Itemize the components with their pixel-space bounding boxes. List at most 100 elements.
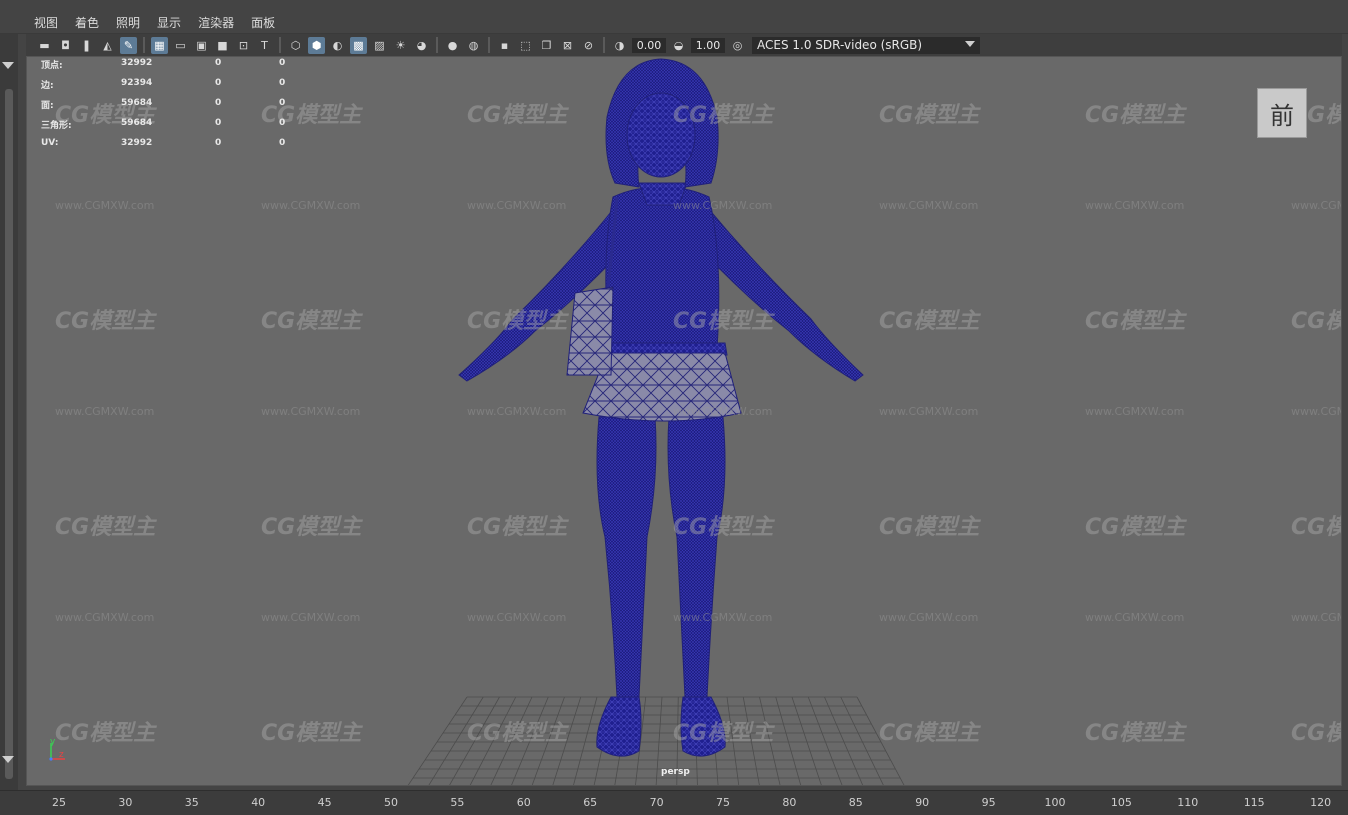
watermark-logo: CG模型主 — [467, 103, 568, 128]
watermark-url: www.CGMXW.com — [1085, 199, 1185, 212]
color-space-dropdown[interactable]: ACES 1.0 SDR-video (sRGB) — [752, 36, 980, 54]
3d-viewport[interactable]: CG模型主 CG模型主 CG模型主 CG模型主 CG模型主 CG模型主 CG模型主 CG模型主… — [26, 56, 1342, 786]
menu-item-1[interactable]: 着色 — [75, 14, 99, 31]
time-slider[interactable]: 25 30 35 40 45 50 55 60 65 70 75 80 85 90 95 100 105 110 1… — [0, 790, 1348, 815]
time-tick-label: 55 — [450, 796, 465, 809]
grid-icon[interactable]: ▦ — [151, 36, 168, 54]
grid-line — [824, 696, 864, 785]
watermark-logo: CG模型主 — [1085, 309, 1186, 334]
viewport-scene — [407, 58, 905, 785]
watermark-logo: CG模型主 — [467, 515, 568, 540]
gamma-field[interactable]: 1.00 — [691, 37, 725, 53]
menu-item-3[interactable]: 显示 — [157, 14, 181, 31]
anti-aliasing-icon[interactable]: ▪ — [496, 37, 513, 54]
camera-icon[interactable]: ▬ — [36, 37, 53, 54]
time-tick-label: 95 — [981, 796, 996, 809]
hud-value: 59684 — [121, 98, 153, 108]
time-tick-label: 65 — [583, 796, 598, 809]
watermark-logo: CG模型主 — [1085, 103, 1186, 128]
watermark-logo: CG模型主 — [673, 721, 774, 746]
film-gate-icon[interactable]: ▭ — [172, 37, 189, 54]
menu-item-5[interactable]: 面板 — [251, 14, 275, 31]
watermark-logo: CG模型主 — [261, 515, 362, 540]
watermark-url: www.CGMXW.com — [1291, 199, 1341, 212]
watermark-url: www.CGMXW.com — [467, 199, 567, 212]
camera-name-label: persp — [661, 767, 690, 777]
watermark-logo: CG模型主 — [467, 721, 568, 746]
viewport-menu-bar: 视图 着色 照明 显示 渲染器 面板 — [0, 0, 1348, 34]
watermark-url: www.CGMXW.com — [55, 611, 155, 624]
menu-item-0[interactable]: 视图 — [34, 14, 58, 31]
time-tick-label: 75 — [716, 796, 730, 809]
safe-title-icon[interactable]: T — [256, 37, 273, 54]
hud-value: 59684 — [121, 118, 153, 128]
left-scrollbar[interactable] — [0, 34, 18, 794]
smooth-shade-icon[interactable]: ⬢ — [308, 36, 325, 54]
axis-label-z: z — [59, 750, 64, 760]
color-space-label: ACES 1.0 SDR-video (sRGB) — [757, 38, 923, 52]
menu-item-2[interactable]: 照明 — [116, 14, 140, 31]
wireframe-on-shaded-icon[interactable]: ▩ — [350, 36, 367, 54]
dropdown-arrow-icon — [965, 40, 975, 47]
xray-icon[interactable]: ❐ — [538, 37, 555, 54]
watermark-url: www.CGMXW.com — [673, 199, 773, 212]
watermark-url: www.CGMXW.com — [1291, 611, 1341, 624]
hud-value: 0 — [215, 58, 222, 68]
menu-items: 视图 着色 照明 显示 渲染器 面板 — [34, 14, 275, 31]
toolbar-separator — [436, 37, 438, 53]
bookmark-icon[interactable]: ❚ — [78, 37, 95, 54]
time-tick-label: 25 — [52, 796, 66, 809]
watermark-logo: CG模型主 — [673, 309, 774, 334]
watermark-logo: CG模型主 — [1291, 515, 1341, 540]
textured-icon[interactable]: ▨ — [371, 37, 388, 54]
grid-line — [807, 696, 843, 785]
time-tick-label: 40 — [251, 796, 266, 809]
image-plane-icon[interactable]: ◭ — [99, 37, 116, 54]
watermark-logo: CG模型主 — [261, 309, 362, 334]
default-material-icon[interactable]: ◐ — [329, 37, 346, 54]
menu-item-4[interactable]: 渲染器 — [198, 14, 234, 31]
paint-icon[interactable]: ✎ — [120, 36, 137, 54]
hud-row: 边: 92394 0 0 — [41, 78, 301, 98]
shadows-icon[interactable]: ◕ — [413, 37, 430, 54]
hud-value: 0 — [215, 98, 222, 108]
grid-line — [775, 696, 802, 785]
hud-row: 三角形: 59684 0 0 — [41, 118, 301, 138]
watermark-logo: CG模型主 — [1291, 721, 1341, 746]
safe-action-icon[interactable]: ⊡ — [235, 37, 252, 54]
hud-value: 0 — [279, 98, 286, 108]
scroll-up-icon[interactable] — [2, 62, 14, 69]
scrollbar-track[interactable] — [5, 89, 13, 779]
gamma-icon[interactable]: ◒ — [670, 37, 687, 54]
hud-row: UV: 32992 0 0 — [41, 138, 301, 158]
view-cube[interactable]: 前 — [1257, 88, 1307, 138]
use-all-lights-icon[interactable]: ☀ — [392, 37, 409, 54]
gate-mask-icon[interactable]: ■ — [214, 37, 231, 54]
camera-attributes-icon[interactable]: ◘ — [57, 37, 74, 54]
xray-joints-icon[interactable]: ⊠ — [559, 37, 576, 54]
watermark-url: www.CGMXW.com — [879, 405, 979, 418]
toolbar-separator — [603, 37, 605, 53]
exposure-field[interactable]: 0.00 — [632, 37, 666, 53]
color-management-icon[interactable]: ◎ — [729, 37, 746, 54]
resolution-gate-icon[interactable]: ▣ — [193, 37, 210, 54]
wireframe-cube-icon[interactable]: ⬡ — [287, 37, 304, 54]
watermark-logo: CG模型主 — [55, 309, 156, 334]
time-slider-ticks: 25 30 35 40 45 50 55 60 65 70 75 80 85 90 95 100 105 110 1… — [0, 791, 1348, 815]
isolate-select-icon[interactable]: ⬚ — [517, 37, 534, 54]
watermark-url: www.CGMXW.com — [1085, 611, 1185, 624]
poly-count-hud: 顶点: 32992 0 0 边: 92394 0 0 面: 59684 0 0 三角形: 59684 0 0 U… — [41, 58, 301, 158]
ambient-occlusion-icon[interactable]: ● — [444, 37, 461, 54]
time-tick-label: 60 — [516, 796, 531, 809]
scroll-down-icon[interactable] — [2, 756, 14, 763]
watermark-logo: CG模型主 — [879, 309, 980, 334]
exposure-icon[interactable]: ◑ — [611, 37, 628, 54]
hud-row: 顶点: 32992 0 0 — [41, 58, 301, 78]
watermark-url: www.CGMXW.com — [55, 405, 155, 418]
backface-culling-icon[interactable]: ⊘ — [580, 37, 597, 54]
toolbar-separator — [279, 37, 281, 53]
motion-blur-icon[interactable]: ◍ — [465, 37, 482, 54]
hud-value: 0 — [279, 78, 286, 88]
time-tick-label: 30 — [118, 796, 133, 809]
hud-row: 面: 59684 0 0 — [41, 98, 301, 118]
